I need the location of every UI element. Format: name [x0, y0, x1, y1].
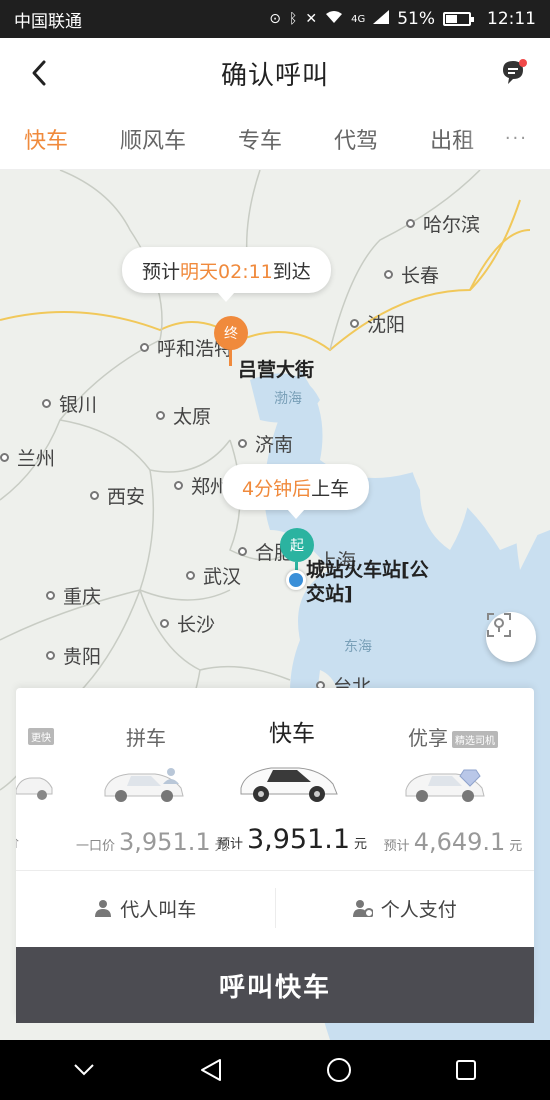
square-recents-icon: [456, 1060, 477, 1080]
city-chongqing: 重庆: [46, 582, 101, 609]
destination-pin-stem: [229, 350, 232, 366]
person-wallet-icon: [352, 900, 373, 917]
message-button[interactable]: [500, 58, 528, 86]
chevron-left-icon: [32, 60, 46, 86]
circle-home-icon: [326, 1058, 351, 1082]
car-name-carpool: 拼车: [126, 726, 166, 750]
tab-carpool[interactable]: 顺风车: [120, 123, 186, 155]
signal-icon: [373, 10, 390, 28]
city-shenyang: 沈阳: [350, 310, 405, 337]
car-price-unit: 价: [16, 832, 76, 851]
call-express-button[interactable]: 呼叫快车: [16, 947, 534, 1023]
city-guiyang: 贵阳: [46, 642, 101, 669]
location-icon: ⊙: [269, 11, 281, 27]
network-type-label: 4G: [351, 13, 366, 25]
pickup-estimate-bubble: 4分钟后 上车: [222, 464, 370, 519]
arrival-time: 明天02:11: [180, 260, 273, 283]
more-tabs-icon[interactable]: ···: [505, 128, 528, 149]
nav-recents-button[interactable]: [436, 1048, 496, 1092]
city-changchun: 长春: [384, 261, 439, 288]
current-location-dot: [286, 570, 306, 590]
wifi-icon: [325, 10, 343, 28]
sea-label-bohai: 渤海: [274, 391, 302, 407]
status-icons: ⊙ ᛒ ✕ 4G 51% 12:11: [269, 9, 536, 29]
city-yinchuan: 银川: [42, 390, 97, 417]
car-option-carpool[interactable]: 拼车 一口价 3,951.1 元: [76, 688, 228, 868]
car-option-premium[interactable]: 优享 精选司机 预计 4,649.1 元: [372, 688, 534, 868]
triangle-back-icon: [201, 1059, 222, 1081]
nav-back-button[interactable]: [181, 1048, 241, 1092]
nav-home-button[interactable]: [309, 1048, 369, 1092]
app-header: 确认呼叫: [0, 38, 550, 108]
ride-extra-options: 代人叫车 个人支付: [16, 871, 534, 945]
tab-express[interactable]: 快车: [24, 123, 68, 155]
car-price-premium: 预计 4,649.1 元: [383, 828, 523, 856]
service-tabs: 快车 顺风车 专车 代驾 出租 ···: [0, 108, 550, 170]
battery-icon: [443, 12, 474, 26]
mute-icon: ✕: [305, 11, 318, 27]
car-tag-faster: 更快: [28, 728, 54, 745]
chevron-down-icon: [74, 1064, 94, 1076]
personal-pay-option[interactable]: 个人支付: [276, 895, 535, 922]
tab-designated-driver[interactable]: 代驾: [334, 123, 378, 155]
sea-label-east-china-sea: 东海: [344, 639, 372, 655]
car-option-express[interactable]: 快车 预计 3,951.1 元: [212, 688, 372, 868]
city-wuhan: 武汉: [186, 562, 241, 589]
tabs-fade: [462, 108, 502, 168]
clock: 12:11: [487, 9, 536, 29]
city-jinan: 济南: [238, 430, 293, 457]
car-price-express: 预计 3,951.1 元: [216, 824, 368, 855]
city-lanzhou: 兰州: [0, 444, 55, 471]
pickup-pin[interactable]: 起: [280, 528, 314, 562]
car-express-icon: [240, 767, 338, 802]
bluetooth-icon: ᛒ: [288, 11, 298, 27]
proxy-call-option[interactable]: 代人叫车: [16, 895, 275, 922]
battery-percent: 51%: [397, 9, 435, 29]
tab-premier[interactable]: 专车: [238, 123, 282, 155]
chat-bubble-icon: [503, 59, 527, 84]
car-tag-selected-driver: 精选司机: [452, 731, 498, 748]
destination-label: 吕营大街: [238, 359, 315, 381]
back-button[interactable]: [22, 56, 56, 90]
car-icon: [16, 777, 53, 800]
pickup-eta: 4分钟后: [242, 477, 312, 500]
city-zhengzhou: 郑州: [174, 472, 229, 499]
pickup-label: 城站火车站[公 交站]: [306, 559, 429, 605]
city-harbin: 哈尔滨: [406, 210, 480, 237]
destination-pin[interactable]: 终: [214, 316, 248, 350]
city-xian: 西安: [90, 482, 145, 509]
car-carpool-icon: [104, 768, 184, 802]
arrival-estimate-bubble: 预计 明天02:11 到达: [122, 247, 331, 302]
car-option-partial[interactable]: 更快 价: [16, 688, 58, 868]
city-taiyuan: 太原: [156, 402, 211, 429]
locate-icon: [487, 613, 511, 637]
city-changsha: 长沙: [160, 610, 215, 637]
carrier-label: 中国联通: [14, 11, 82, 32]
system-nav-bar: [0, 1040, 550, 1100]
car-name-express: 快车: [269, 721, 315, 747]
car-name-premium: 优享 精选司机: [372, 722, 534, 751]
locate-button[interactable]: [486, 612, 536, 662]
status-bar: 中国联通 ⊙ ᛒ ✕ 4G 51% 12:11: [0, 0, 550, 38]
car-price-carpool: 一口价 3,951.1 元: [76, 828, 228, 856]
person-icon: [95, 900, 112, 917]
nav-hide-button[interactable]: [54, 1048, 114, 1092]
page-title: 确认呼叫: [220, 60, 329, 91]
car-premium-icon: [405, 769, 485, 802]
